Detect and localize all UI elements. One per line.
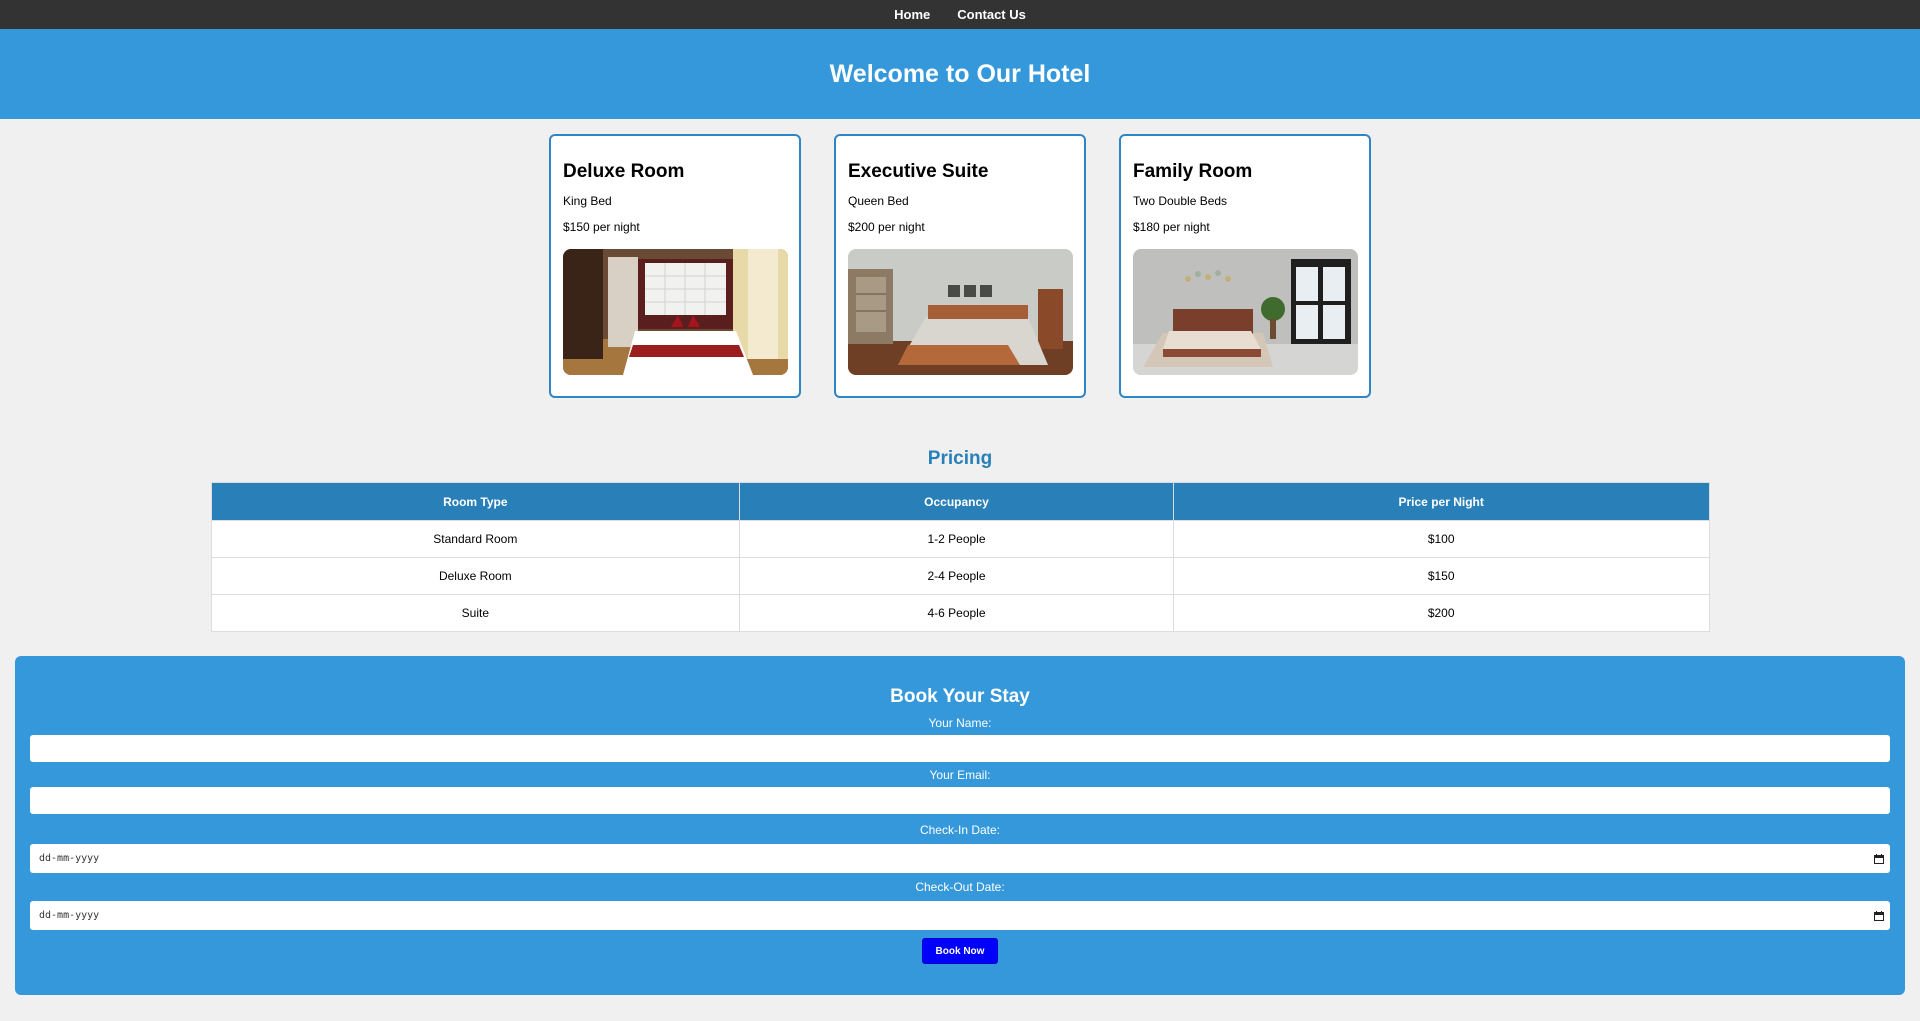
email-input[interactable] (30, 787, 1890, 814)
cell-room-type: Standard Room (210, 520, 741, 558)
checkout-label: Check-Out Date: (915, 880, 1005, 894)
booking-form: Book Your Stay Your Name: Your Email: Ch… (15, 656, 1905, 995)
calendar-icon[interactable] (1874, 853, 1884, 864)
booking-title: Book Your Stay (890, 686, 1030, 707)
room-card-family: Family Room Two Double Beds $180 per nig… (1119, 134, 1371, 398)
cell-price: $150 (1172, 557, 1710, 595)
page-title: Welcome to Our Hotel (829, 59, 1091, 88)
room-photo (563, 249, 788, 375)
room-bed: King Bed (563, 194, 612, 208)
checkout-placeholder: dd-mm-yyyy (39, 910, 100, 921)
checkout-date-input[interactable]: dd-mm-yyyy (30, 901, 1890, 930)
room-photo (1133, 249, 1358, 375)
hotel-room-photo-icon (848, 249, 1073, 375)
room-name: Deluxe Room (563, 161, 685, 182)
calendar-icon[interactable] (1874, 910, 1884, 921)
name-label: Your Name: (928, 716, 992, 730)
nav-link-contact[interactable]: Contact Us (957, 7, 1026, 22)
cell-occupancy: 1-2 People (739, 520, 1174, 558)
cell-room-type: Deluxe Room (210, 557, 741, 595)
cell-price: $200 (1172, 594, 1710, 632)
column-header-room-type: Room Type (210, 482, 741, 521)
name-input[interactable] (30, 735, 1890, 762)
pricing-table: Room Type Occupancy Price per Night Stan… (210, 482, 1710, 632)
page-header: Welcome to Our Hotel (0, 29, 1920, 119)
table-header-row: Room Type Occupancy Price per Night (210, 482, 1710, 521)
room-card-executive: Executive Suite Queen Bed $200 per night (834, 134, 1086, 398)
column-header-occupancy: Occupancy (739, 482, 1174, 521)
room-bed: Two Double Beds (1133, 194, 1228, 208)
checkin-label: Check-In Date: (919, 823, 1001, 837)
hotel-room-photo-icon (1133, 249, 1358, 375)
table-row: Standard Room 1-2 People $100 (210, 520, 1710, 558)
hotel-room-photo-icon (563, 249, 788, 375)
table-row: Suite 4-6 People $200 (210, 594, 1710, 632)
room-price: $150 per night (563, 220, 640, 234)
room-price: $200 per night (848, 220, 925, 234)
cell-occupancy: 4-6 People (739, 594, 1174, 632)
room-card-deluxe: Deluxe Room King Bed $150 per night (549, 134, 801, 398)
book-now-button[interactable]: Book Now (922, 938, 998, 964)
column-header-price: Price per Night (1172, 482, 1710, 521)
checkin-placeholder: dd-mm-yyyy (39, 853, 100, 864)
cell-price: $100 (1172, 520, 1710, 558)
room-name: Family Room (1133, 161, 1253, 182)
top-nav: Home Contact Us (0, 0, 1920, 29)
room-price: $180 per night (1133, 220, 1210, 234)
email-label: Your Email: (929, 768, 991, 782)
checkin-date-input[interactable]: dd-mm-yyyy (30, 844, 1890, 873)
nav-link-home[interactable]: Home (894, 7, 930, 22)
room-cards: Deluxe Room King Bed $150 per night Exec… (0, 134, 1920, 398)
cell-occupancy: 2-4 People (739, 557, 1174, 595)
pricing-title: Pricing (927, 448, 993, 469)
room-photo (848, 249, 1073, 375)
cell-room-type: Suite (210, 594, 741, 632)
table-row: Deluxe Room 2-4 People $150 (210, 557, 1710, 595)
room-name: Executive Suite (848, 161, 989, 182)
room-bed: Queen Bed (848, 194, 909, 208)
